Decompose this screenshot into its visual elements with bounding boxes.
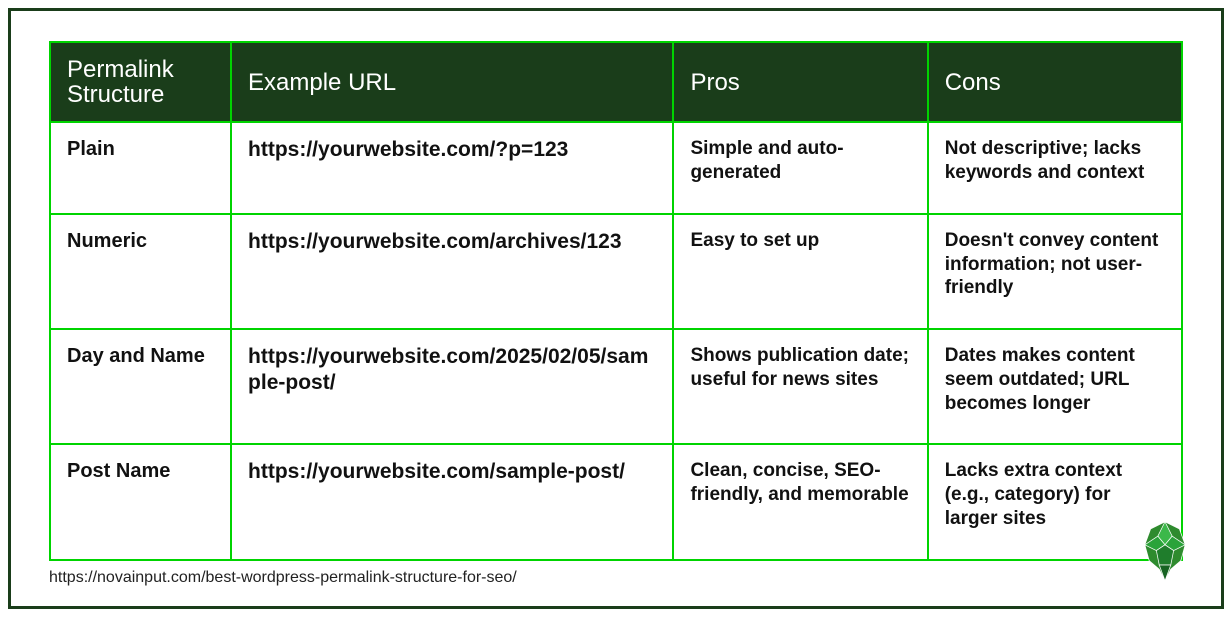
cell-pros: Easy to set up [673, 214, 927, 329]
cell-structure: Day and Name [50, 329, 231, 444]
cell-cons: Doesn't convey content information; not … [928, 214, 1182, 329]
cell-example: https://yourwebsite.com/sample-post/ [231, 444, 673, 559]
header-pros: Pros [673, 42, 927, 122]
source-url: https://novainput.com/best-wordpress-per… [49, 569, 1183, 587]
table-header-row: Permalink Structure Example URL Pros Con… [50, 42, 1182, 122]
table-row: Numeric https://yourwebsite.com/archives… [50, 214, 1182, 329]
table-row: Plain https://yourwebsite.com/?p=123 Sim… [50, 122, 1182, 214]
table-row: Day and Name https://yourwebsite.com/202… [50, 329, 1182, 444]
cell-structure: Plain [50, 122, 231, 214]
cell-example: https://yourwebsite.com/?p=123 [231, 122, 673, 214]
brand-logo-icon [1129, 516, 1201, 588]
cell-pros: Simple and auto-generated [673, 122, 927, 214]
cell-example: https://yourwebsite.com/archives/123 [231, 214, 673, 329]
header-cons: Cons [928, 42, 1182, 122]
cell-pros: Clean, concise, SEO-friendly, and memora… [673, 444, 927, 559]
cell-cons: Not descriptive; lacks keywords and cont… [928, 122, 1182, 214]
table-row: Post Name https://yourwebsite.com/sample… [50, 444, 1182, 559]
cell-cons: Dates makes content seem outdated; URL b… [928, 329, 1182, 444]
document-frame: Permalink Structure Example URL Pros Con… [8, 8, 1224, 609]
header-example: Example URL [231, 42, 673, 122]
cell-structure: Post Name [50, 444, 231, 559]
permalink-table: Permalink Structure Example URL Pros Con… [49, 41, 1183, 561]
cell-pros: Shows publication date; useful for news … [673, 329, 927, 444]
header-structure: Permalink Structure [50, 42, 231, 122]
cell-structure: Numeric [50, 214, 231, 329]
cell-example: https://yourwebsite.com/2025/02/05/sampl… [231, 329, 673, 444]
